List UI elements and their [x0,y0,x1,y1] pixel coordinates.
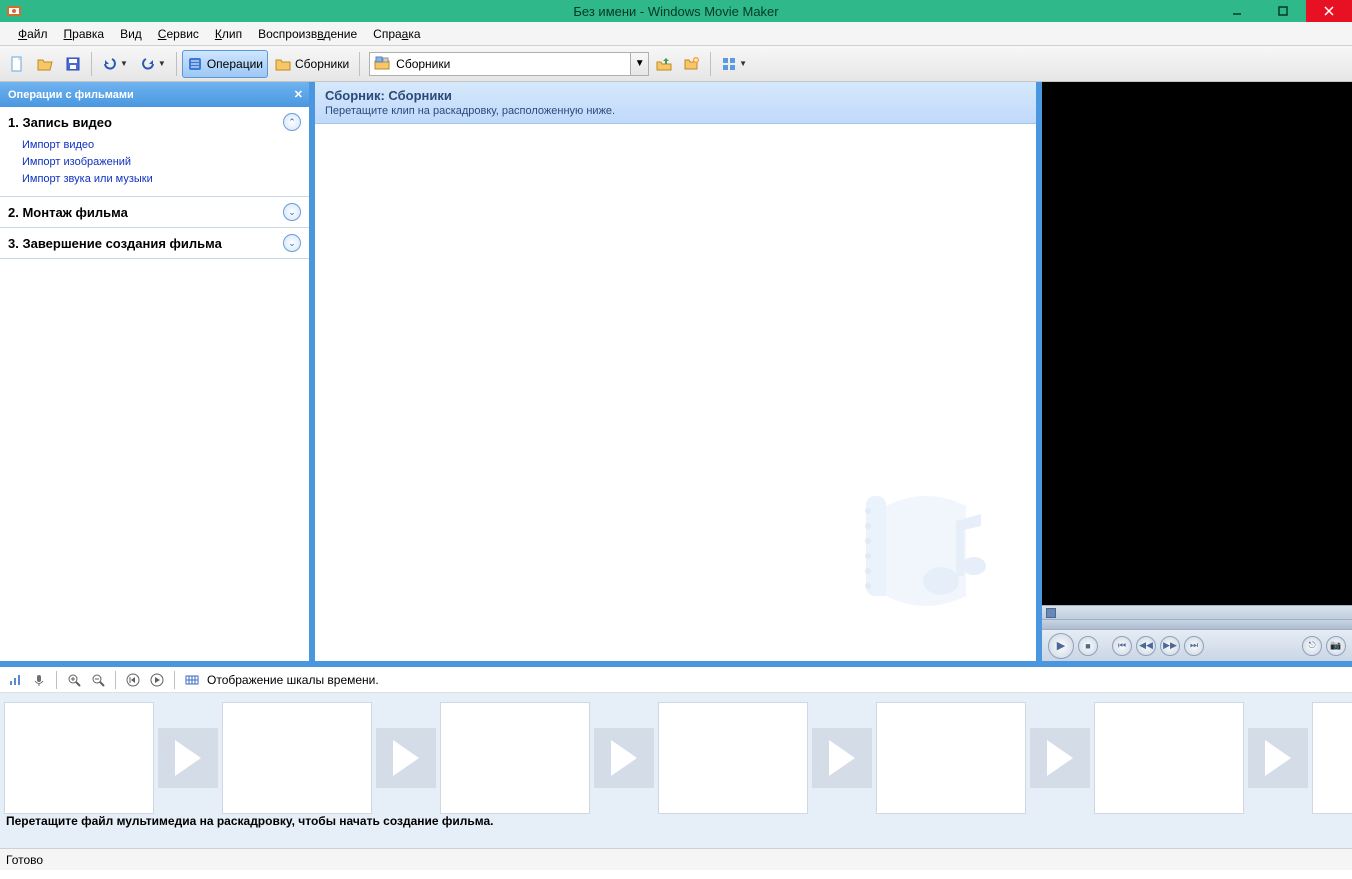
collection-header: Сборник: Сборники Перетащите клип на рас… [315,82,1036,124]
close-button[interactable] [1306,0,1352,22]
status-text: Готово [6,853,43,867]
snapshot-button[interactable]: 📷 [1326,636,1346,656]
collections-button-label: Сборники [295,57,349,71]
toolbar: ▼ ▼ Операции Сборники ▼ ▼ [0,46,1352,82]
rewind-button[interactable] [124,671,142,689]
task-section-finish: 3. Завершение создания фильма ⌄ [0,228,309,259]
watermark-icon [836,466,1016,651]
chevron-down-icon: ▼ [120,59,128,68]
menu-edit[interactable]: Правка [56,25,113,43]
storyboard-frame[interactable] [440,702,590,814]
menu-bar: Файл Правка Вид Сервис Клип Воспроизввде… [0,22,1352,46]
preview-info-bar [1042,605,1352,619]
app-icon [6,3,22,19]
chevron-down-icon: ▼ [739,59,747,68]
menu-file[interactable]: Файл [10,25,56,43]
storyboard-frame[interactable] [876,702,1026,814]
chevron-up-icon: ⌃ [283,113,301,131]
storyboard[interactable]: Перетащите файл мультимедиа на раскадров… [0,693,1352,848]
expand-icon[interactable] [1046,608,1056,618]
storyboard-frame[interactable] [658,702,808,814]
tasks-pane: Операции с фильмами ✕ 1. Запись видео ⌃ … [0,82,309,661]
undo-button[interactable]: ▼ [97,50,133,78]
next-clip-button[interactable]: ⏭ [1184,636,1204,656]
task-link-import-audio[interactable]: Импорт звука или музыки [22,171,301,188]
view-mode-button[interactable]: ▼ [716,50,752,78]
task-link-import-video[interactable]: Импорт видео [22,137,301,154]
task-link-import-images[interactable]: Импорт изображений [22,154,301,171]
storyboard-transition[interactable] [812,728,872,788]
tasks-pane-title: Операции с фильмами [8,89,134,101]
tasks-button-label: Операции [207,57,263,71]
timeline-toolbar: Отображение шкалы времени. [0,667,1352,693]
storyboard-frame[interactable] [222,702,372,814]
prev-frame-button[interactable]: ◀◀ [1136,636,1156,656]
menu-help[interactable]: Спраака [365,25,428,43]
collections-icon [374,55,392,73]
next-frame-button[interactable]: ▶▶ [1160,636,1180,656]
stop-button[interactable]: ■ [1078,636,1098,656]
collection-subtitle: Перетащите клип на раскадровку, располож… [325,105,1026,117]
zoom-in-button[interactable] [65,671,83,689]
save-button[interactable] [60,50,86,78]
chevron-down-icon: ⌄ [283,234,301,252]
task-section-edit: 2. Монтаж фильма ⌄ [0,197,309,228]
collection-title: Сборник: Сборники [325,88,1026,103]
collection-pane: Сборник: Сборники Перетащите клип на рас… [315,82,1036,661]
open-button[interactable] [32,50,58,78]
storyboard-transition[interactable] [594,728,654,788]
play-button[interactable]: ▶ [1048,633,1074,659]
storyboard-transition[interactable] [376,728,436,788]
prev-clip-button[interactable]: ⏮ [1112,636,1132,656]
chevron-down-icon: ⌄ [283,203,301,221]
preview-controls: ▶ ■ ⏮ ◀◀ ▶▶ ⏭ ⎋ 📷 [1042,629,1352,661]
title-bar: Без имени - Windows Movie Maker [0,0,1352,22]
maximize-button[interactable] [1260,0,1306,22]
timeline-view-icon[interactable] [183,671,201,689]
preview-pane: ▶ ■ ⏮ ◀◀ ▶▶ ⏭ ⎋ 📷 [1042,82,1352,661]
task-section-capture: 1. Запись видео ⌃ Импорт видео Импорт из… [0,107,309,197]
audio-levels-button[interactable] [6,671,24,689]
storyboard-frame[interactable] [1312,702,1352,814]
menu-clip[interactable]: Клип [207,25,250,43]
storyboard-frame[interactable] [1094,702,1244,814]
storyboard-frame[interactable] [4,702,154,814]
collections-button[interactable]: Сборники [270,50,354,78]
tasks-button[interactable]: Операции [182,50,268,78]
combo-dropdown-button[interactable]: ▼ [630,53,648,75]
split-button[interactable]: ⎋ [1302,636,1322,656]
menu-view[interactable]: Вид [112,25,150,43]
collections-combo[interactable]: ▼ [369,52,649,76]
collection-body[interactable] [315,124,1036,661]
task-section-edit-header[interactable]: 2. Монтаж фильма ⌄ [8,203,301,221]
preview-screen [1042,82,1352,605]
menu-play[interactable]: Воспроизввдение [250,25,365,43]
new-folder-button[interactable] [679,50,705,78]
redo-button[interactable]: ▼ [135,50,171,78]
collections-combo-input[interactable] [396,54,630,74]
menu-service[interactable]: Сервис [150,25,207,43]
zoom-out-button[interactable] [89,671,107,689]
storyboard-hint: Перетащите файл мультимедиа на раскадров… [6,814,494,828]
storyboard-transition[interactable] [1248,728,1308,788]
task-section-finish-header[interactable]: 3. Завершение создания фильма ⌄ [8,234,301,252]
minimize-button[interactable] [1214,0,1260,22]
task-section-capture-header[interactable]: 1. Запись видео ⌃ [8,113,301,131]
storyboard-transition[interactable] [158,728,218,788]
timeline-toggle-label[interactable]: Отображение шкалы времени. [207,673,379,687]
play-timeline-button[interactable] [148,671,166,689]
tasks-pane-header: Операции с фильмами ✕ [0,82,309,107]
up-level-button[interactable] [651,50,677,78]
preview-seek-bar[interactable] [1042,619,1352,629]
narrate-button[interactable] [30,671,48,689]
task-section-title: 1. Запись видео [8,115,112,130]
storyboard-transition[interactable] [1030,728,1090,788]
window-title: Без имени - Windows Movie Maker [573,4,778,19]
chevron-down-icon: ▼ [158,59,166,68]
new-button[interactable] [4,50,30,78]
status-bar: Готово [0,848,1352,870]
task-section-title: 3. Завершение создания фильма [8,236,222,251]
task-section-title: 2. Монтаж фильма [8,205,128,220]
tasks-pane-close-icon[interactable]: ✕ [294,88,303,101]
